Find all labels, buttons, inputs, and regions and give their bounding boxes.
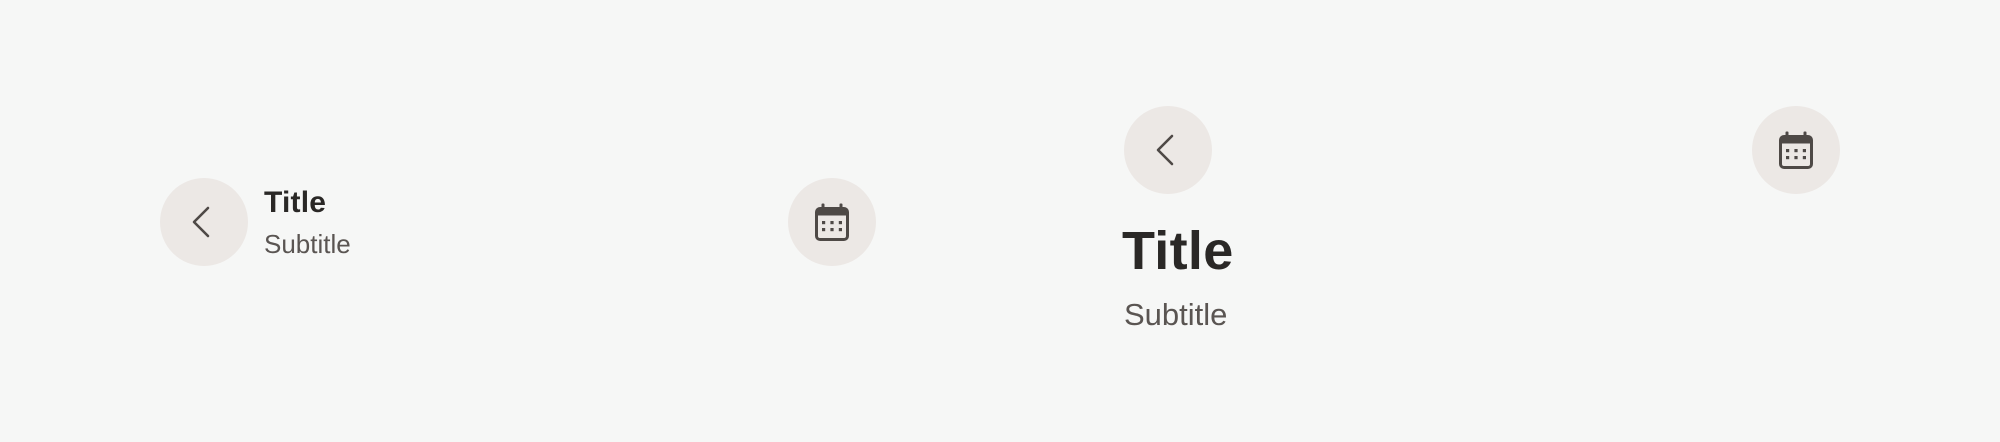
- calendar-icon: [1779, 131, 1813, 169]
- calendar-icon: [815, 203, 849, 241]
- chevron-left-icon: [1156, 134, 1174, 166]
- header-subtitle-large: Subtitle: [1124, 297, 1228, 332]
- back-button[interactable]: [160, 178, 248, 266]
- back-button-large[interactable]: [1124, 106, 1212, 194]
- calendar-button[interactable]: [788, 178, 876, 266]
- header-title-large: Title: [1122, 221, 1234, 281]
- header-subtitle: Subtitle: [264, 229, 351, 259]
- calendar-button-large[interactable]: [1752, 106, 1840, 194]
- header-title: Title: [264, 186, 327, 219]
- chevron-left-icon: [192, 206, 210, 238]
